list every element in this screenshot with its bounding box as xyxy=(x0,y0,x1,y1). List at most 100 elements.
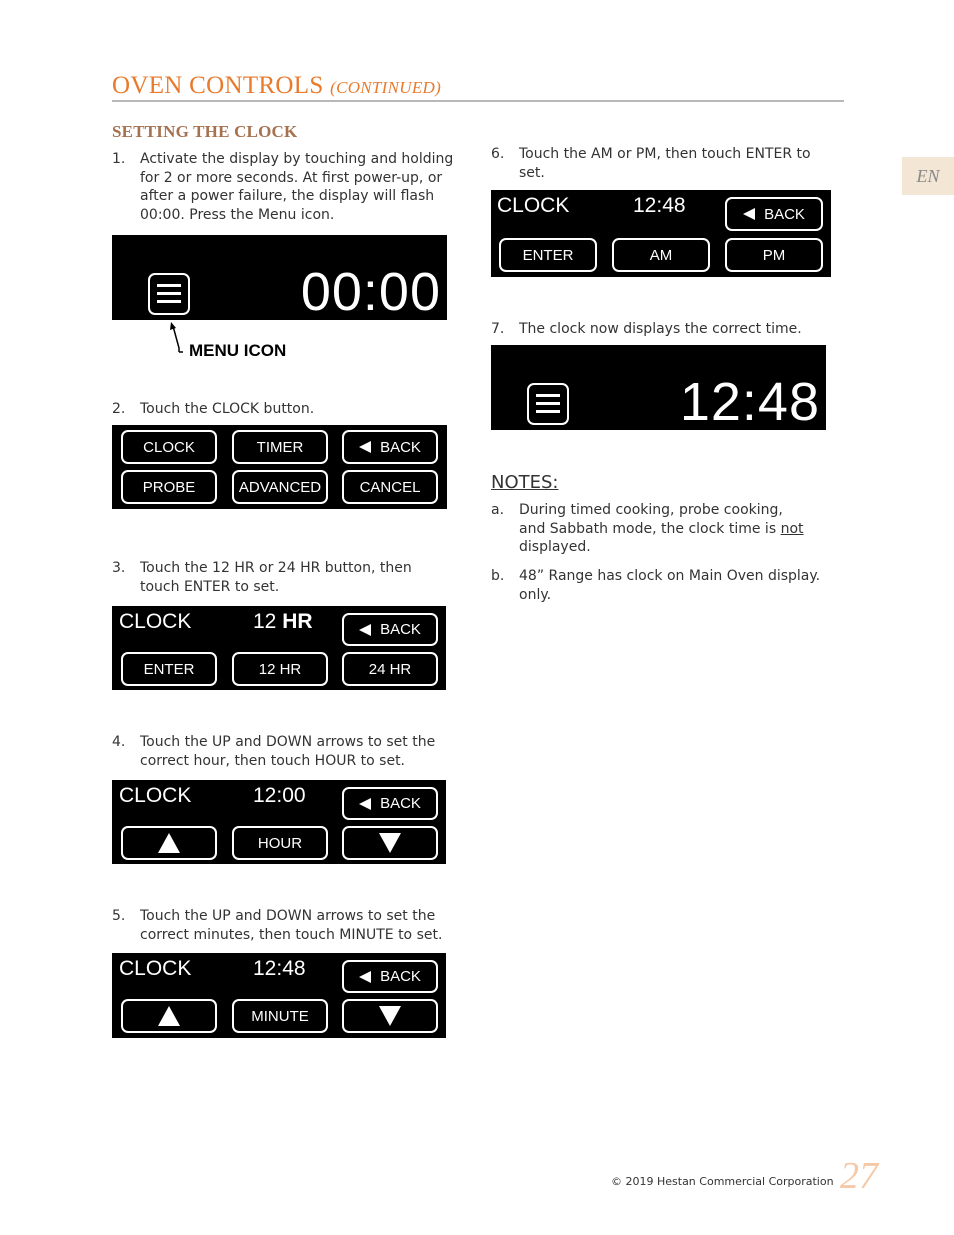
note-line: only. xyxy=(519,586,552,603)
back-label: BACK xyxy=(380,968,421,985)
display-home: 00:00 xyxy=(112,235,447,322)
clock-label: CLOCK xyxy=(119,784,192,807)
menu-icon[interactable] xyxy=(148,273,190,315)
title-divider xyxy=(112,100,844,102)
step-3: 3. Touch the 12 HR or 24 HR button, then… xyxy=(112,559,472,599)
step-line: correct hour, then touch HOUR to set. xyxy=(140,752,406,769)
back-arrow-icon xyxy=(359,623,372,636)
display-clock-format: CLOCK 12 HR BACK ENTER 12 HR 24 HR xyxy=(112,606,446,690)
pm-button[interactable]: PM xyxy=(725,238,823,272)
back-label: BACK xyxy=(380,621,421,638)
enter-button[interactable]: ENTER xyxy=(121,652,217,686)
up-arrow-icon xyxy=(158,1006,180,1026)
format-unit: HR xyxy=(282,610,313,633)
am-button[interactable]: AM xyxy=(612,238,710,272)
step-number: 4. xyxy=(112,734,126,750)
note-line: and Sabbath mode, the clock time is not xyxy=(519,520,804,539)
up-arrow-icon xyxy=(158,833,180,853)
language-tab[interactable]: EN xyxy=(902,157,954,195)
display-clock-set: 12:48 xyxy=(491,345,826,432)
step-1: 1. Activate the display by touching and … xyxy=(112,150,472,226)
back-label: BACK xyxy=(380,438,421,456)
time-value: 12:48 xyxy=(253,957,306,980)
timer-button[interactable]: TIMER xyxy=(232,430,328,464)
notes-heading: NOTES: xyxy=(491,472,559,493)
24hr-button[interactable]: 24 HR xyxy=(342,652,438,686)
back-button[interactable]: BACK xyxy=(342,613,438,646)
back-label: BACK xyxy=(764,205,805,223)
back-arrow-icon xyxy=(359,441,372,453)
note-b: b. 48” Range has clock on Main Oven disp… xyxy=(491,567,851,607)
back-button[interactable]: BACK xyxy=(342,787,438,820)
back-arrow-icon xyxy=(743,208,756,220)
probe-button[interactable]: PROBE xyxy=(121,470,217,504)
down-arrow-button[interactable] xyxy=(342,826,438,860)
note-letter: b. xyxy=(491,568,505,584)
back-button[interactable]: BACK xyxy=(342,430,438,464)
section-heading: SETTING THE CLOCK xyxy=(112,122,298,141)
step-line: 00:00. Press the Menu icon. xyxy=(140,206,335,223)
title-text: OVEN CONTROLS xyxy=(112,72,324,99)
clock-label: CLOCK xyxy=(497,194,570,217)
display-am-pm: CLOCK 12:48 BACK ENTER AM PM xyxy=(491,190,831,277)
title-suffix: (CONTINUED) xyxy=(330,78,442,97)
page-title: OVEN CONTROLS (CONTINUED) xyxy=(112,72,441,100)
clock-label: CLOCK xyxy=(119,957,192,980)
step-2: 2. Touch the CLOCK button. xyxy=(112,400,472,420)
advanced-button[interactable]: ADVANCED xyxy=(232,470,328,504)
step-line: The clock now displays the correct time. xyxy=(519,321,802,337)
step-line: Touch the UP and DOWN arrows to set the xyxy=(140,908,436,924)
back-label: BACK xyxy=(380,795,421,812)
display-set-hour: CLOCK 12:00 BACK HOUR xyxy=(112,780,446,864)
menu-icon-callout: MENU ICON xyxy=(189,341,287,360)
back-arrow-icon xyxy=(359,970,372,983)
down-arrow-icon xyxy=(379,1006,401,1026)
up-arrow-button[interactable] xyxy=(121,826,217,860)
step-line: Touch the CLOCK button. xyxy=(140,401,315,417)
note-emphasis: not xyxy=(780,520,804,537)
step-line: touch ENTER to set. xyxy=(140,578,280,595)
back-button[interactable]: BACK xyxy=(725,197,823,231)
step-line: set. xyxy=(519,164,545,181)
step-line: Touch the AM or PM, then touch ENTER to xyxy=(519,146,811,162)
step-line: Touch the 12 HR or 24 HR button, then xyxy=(140,560,412,576)
step-number: 6. xyxy=(491,146,505,162)
step-7: 7. The clock now displays the correct ti… xyxy=(491,320,851,340)
note-line: 48” Range has clock on Main Oven display… xyxy=(519,568,821,584)
down-arrow-icon xyxy=(379,833,401,853)
step-number: 5. xyxy=(112,908,126,924)
step-number: 7. xyxy=(491,321,505,337)
enter-button[interactable]: ENTER xyxy=(499,238,597,272)
down-arrow-button[interactable] xyxy=(342,999,438,1033)
back-button[interactable]: BACK xyxy=(342,960,438,993)
step-5: 5. Touch the UP and DOWN arrows to set t… xyxy=(112,907,472,947)
callout-arrow-icon xyxy=(170,322,183,353)
step-number: 2. xyxy=(112,401,126,417)
cancel-button[interactable]: CANCEL xyxy=(342,470,438,504)
up-arrow-button[interactable] xyxy=(121,999,217,1033)
note-a: a. During timed cooking, probe cooking, … xyxy=(491,501,851,559)
step-line: after a power failure, the display will … xyxy=(140,188,435,205)
minute-button[interactable]: MINUTE xyxy=(232,999,328,1033)
step-line: Touch the UP and DOWN arrows to set the xyxy=(140,734,436,750)
step-number: 1. xyxy=(112,151,126,167)
clock-time: 12:48 xyxy=(679,372,820,432)
12hr-button[interactable]: 12 HR xyxy=(232,652,328,686)
step-4: 4. Touch the UP and DOWN arrows to set t… xyxy=(112,733,472,773)
step-line: correct minutes, then touch MINUTE to se… xyxy=(140,926,443,943)
time-value: 12:00 xyxy=(253,784,306,807)
step-line: Activate the display by touching and hol… xyxy=(140,151,454,167)
note-letter: a. xyxy=(491,502,505,518)
display-menu: CLOCK TIMER BACK PROBE ADVANCED CANCEL xyxy=(112,425,447,509)
clock-button[interactable]: CLOCK xyxy=(121,430,217,464)
clock-time: 00:00 xyxy=(300,262,441,322)
back-arrow-icon xyxy=(359,797,372,810)
hour-button[interactable]: HOUR xyxy=(232,826,328,860)
copyright: © 2019 Hestan Commercial Corporation xyxy=(611,1175,834,1188)
step-6: 6. Touch the AM or PM, then touch ENTER … xyxy=(491,145,851,185)
note-line: displayed. xyxy=(519,539,591,556)
step-number: 3. xyxy=(112,560,126,576)
display-set-minute: CLOCK 12:48 BACK MINUTE xyxy=(112,953,446,1038)
menu-icon[interactable] xyxy=(527,383,569,425)
page-number: 27 xyxy=(840,1155,878,1197)
